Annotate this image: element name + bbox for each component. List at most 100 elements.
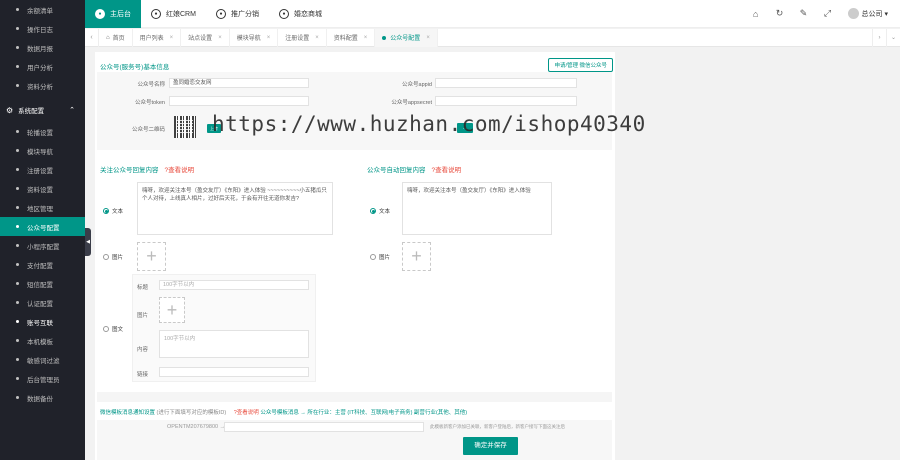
sidebar-item-label: 数据备份 (27, 395, 53, 403)
tab-user-list[interactable]: 用户列表 × (133, 28, 182, 47)
sidebar-item[interactable]: 数据月报 (0, 38, 85, 57)
plus-icon: + (411, 246, 422, 266)
sidebar-item[interactable]: 账号互联 (0, 312, 85, 331)
radio-icon (103, 208, 109, 214)
sidebar-section-system-config[interactable]: ⚙ 系统配置 ⌃ (0, 98, 85, 122)
bullet-icon (16, 320, 19, 323)
help-link[interactable]: ?查看说明 (234, 410, 259, 416)
top-nav-crm[interactable]: ● 红娘CRM (141, 0, 206, 28)
bullet-icon (16, 206, 19, 209)
sidebar-item-label: 用户分析 (27, 64, 53, 72)
follow-reply-title: 关注公众号回复内容 ?查看说明 (100, 164, 194, 174)
field-label: 公众号二维码 (131, 127, 165, 133)
sidebar-item[interactable]: 敏感词过滤 (0, 350, 85, 369)
user-menu[interactable]: 总公司 ▾ (862, 9, 888, 19)
close-icon[interactable]: × (170, 35, 174, 41)
sidebar-item[interactable]: 短信配置 (0, 274, 85, 293)
paint-icon[interactable]: ✎ (792, 8, 816, 19)
article-panel: 标题 100字节以内 图片 + 内容 100字节以内 链接 (132, 274, 316, 382)
sidebar-item[interactable]: 地区管理 (0, 198, 85, 217)
sidebar-item[interactable]: 轮播设置 (0, 122, 85, 141)
close-icon[interactable]: × (267, 35, 271, 41)
help-text: ?查看说明 (164, 167, 195, 174)
sidebar-item[interactable]: 本机模板 (0, 331, 85, 350)
top-nav-mall[interactable]: ● 婚恋商城 (269, 0, 332, 28)
tabs-scroll-right-icon[interactable]: › (872, 28, 886, 47)
close-icon[interactable]: × (315, 35, 319, 41)
sidebar-item[interactable]: 用户分析 (0, 57, 85, 76)
refresh-icon[interactable]: ↻ (768, 8, 792, 19)
token-field[interactable] (169, 96, 309, 106)
appsecret-field[interactable] (435, 96, 577, 106)
follow-type-image-radio[interactable]: 图片 (103, 253, 123, 261)
bullet-icon (16, 149, 19, 152)
auto-reply-label: 公众号自动回复内容 (367, 167, 426, 174)
radio-label: 文本 (379, 209, 391, 215)
top-nav-main-admin[interactable]: ● 主后台 (85, 0, 141, 28)
watermark-text: https://www.huzhan.com/ishop40340 (212, 112, 646, 136)
appid-field[interactable] (435, 78, 577, 88)
apply-wechat-button[interactable]: 申请/管理 微信公众号 (548, 58, 613, 72)
sidebar-item[interactable]: 资料分析 (0, 76, 85, 95)
auto-text-area[interactable]: 嗨呀，欢迎关注本号（盈交友厅）《东阳》进入体验 (402, 182, 552, 235)
follow-type-article-radio[interactable]: 图文 (103, 325, 123, 333)
auto-type-text-radio[interactable]: 文本 (370, 207, 390, 215)
help-link[interactable]: ?查看说明 (165, 167, 195, 174)
sidebar-item[interactable]: 后台管理员 (0, 369, 85, 388)
auto-type-image-radio[interactable]: 图片 (370, 253, 390, 261)
save-button[interactable]: 确定并保存 (463, 437, 518, 455)
auto-image-upload[interactable]: + (402, 242, 431, 271)
tabs-menu-icon[interactable]: ⌄ (886, 28, 900, 47)
template-id-input[interactable] (224, 422, 424, 432)
fullscreen-icon[interactable]: ⤢ (816, 8, 840, 19)
follow-type-text-radio[interactable]: 文本 (103, 207, 123, 215)
tab-home[interactable]: ⌂ 首页 (99, 28, 133, 47)
close-icon[interactable]: × (218, 35, 222, 41)
sidebar-item[interactable]: 余额清单 (0, 0, 85, 19)
help-link[interactable]: ?查看说明 (432, 167, 462, 174)
tab-profile-config[interactable]: 资料配置 × (327, 28, 376, 47)
shop-icon: ● (278, 8, 289, 19)
bullet-icon (16, 46, 19, 49)
sidebar-item[interactable]: 注册设置 (0, 160, 85, 179)
avatar[interactable] (847, 8, 859, 19)
article-link-input[interactable] (159, 367, 309, 377)
sidebar-item[interactable]: 资料设置 (0, 179, 85, 198)
tab-wechat-config[interactable]: 公众号配置 × (375, 28, 438, 47)
tab-module-nav[interactable]: 模块导航 × (230, 28, 279, 47)
article-content-input[interactable]: 100字节以内 (159, 330, 309, 358)
sidebar-item[interactable]: 小程序配置 (0, 236, 85, 255)
sidebar-item[interactable]: 公众号配置 (0, 217, 85, 236)
basic-info-panel: 公众号名称 盈同婚恋交友网 公众号appid 公众号token 公众号appse… (97, 72, 612, 150)
sidebar-item[interactable]: 数据备份 (0, 388, 85, 407)
sidebar-item-label: 模块导航 (27, 148, 53, 156)
help-text: ?查看说明 (233, 410, 259, 416)
template-code: OPENTM207679800 → (167, 424, 226, 430)
article-title-input[interactable]: 100字节以内 (159, 280, 309, 290)
name-field[interactable]: 盈同婚恋交友网 (169, 78, 309, 88)
tab-label: 站点设置 (188, 36, 213, 42)
sidebar-item[interactable]: 模块导航 (0, 141, 85, 160)
sidebar-collapse-handle[interactable]: ◀ (85, 228, 91, 256)
bullet-icon (16, 377, 19, 380)
sidebar-item-label: 小程序配置 (27, 243, 60, 251)
tab-site-settings[interactable]: 站点设置 × (181, 28, 230, 47)
tab-label: 用户列表 (139, 36, 164, 42)
tab-bar: ‹ ⌂ 首页 用户列表 × 站点设置 × 模块导航 × 注册设置 × 资料配置 × 公众号配… (85, 28, 900, 47)
sidebar-item-label: 认证配置 (27, 300, 53, 308)
sidebar-item-label: 账号互联 (27, 319, 53, 327)
tabs-scroll-left-icon[interactable]: ‹ (85, 28, 99, 47)
sidebar-item[interactable]: 认证配置 (0, 293, 85, 312)
sidebar-item[interactable]: 操作日志 (0, 19, 85, 38)
gear-icon: ⚙ (6, 105, 14, 115)
close-icon[interactable]: × (426, 35, 430, 41)
sidebar-item[interactable]: 支付配置 (0, 255, 85, 274)
follow-image-upload[interactable]: + (137, 242, 166, 271)
tab-register-settings[interactable]: 注册设置 × (278, 28, 327, 47)
article-image-upload[interactable]: + (159, 297, 185, 323)
close-icon[interactable]: × (364, 35, 368, 41)
home-icon[interactable]: ⌂ (744, 9, 768, 19)
follow-text-area[interactable]: 嗨呀，欢迎关注本号（盈交友厅）《东阳》进入体验 ~~~~~~~~~~小五猪瓜只个… (137, 182, 333, 235)
plus-icon: + (146, 246, 157, 266)
top-nav-distribution[interactable]: ● 推广分销 (206, 0, 269, 28)
